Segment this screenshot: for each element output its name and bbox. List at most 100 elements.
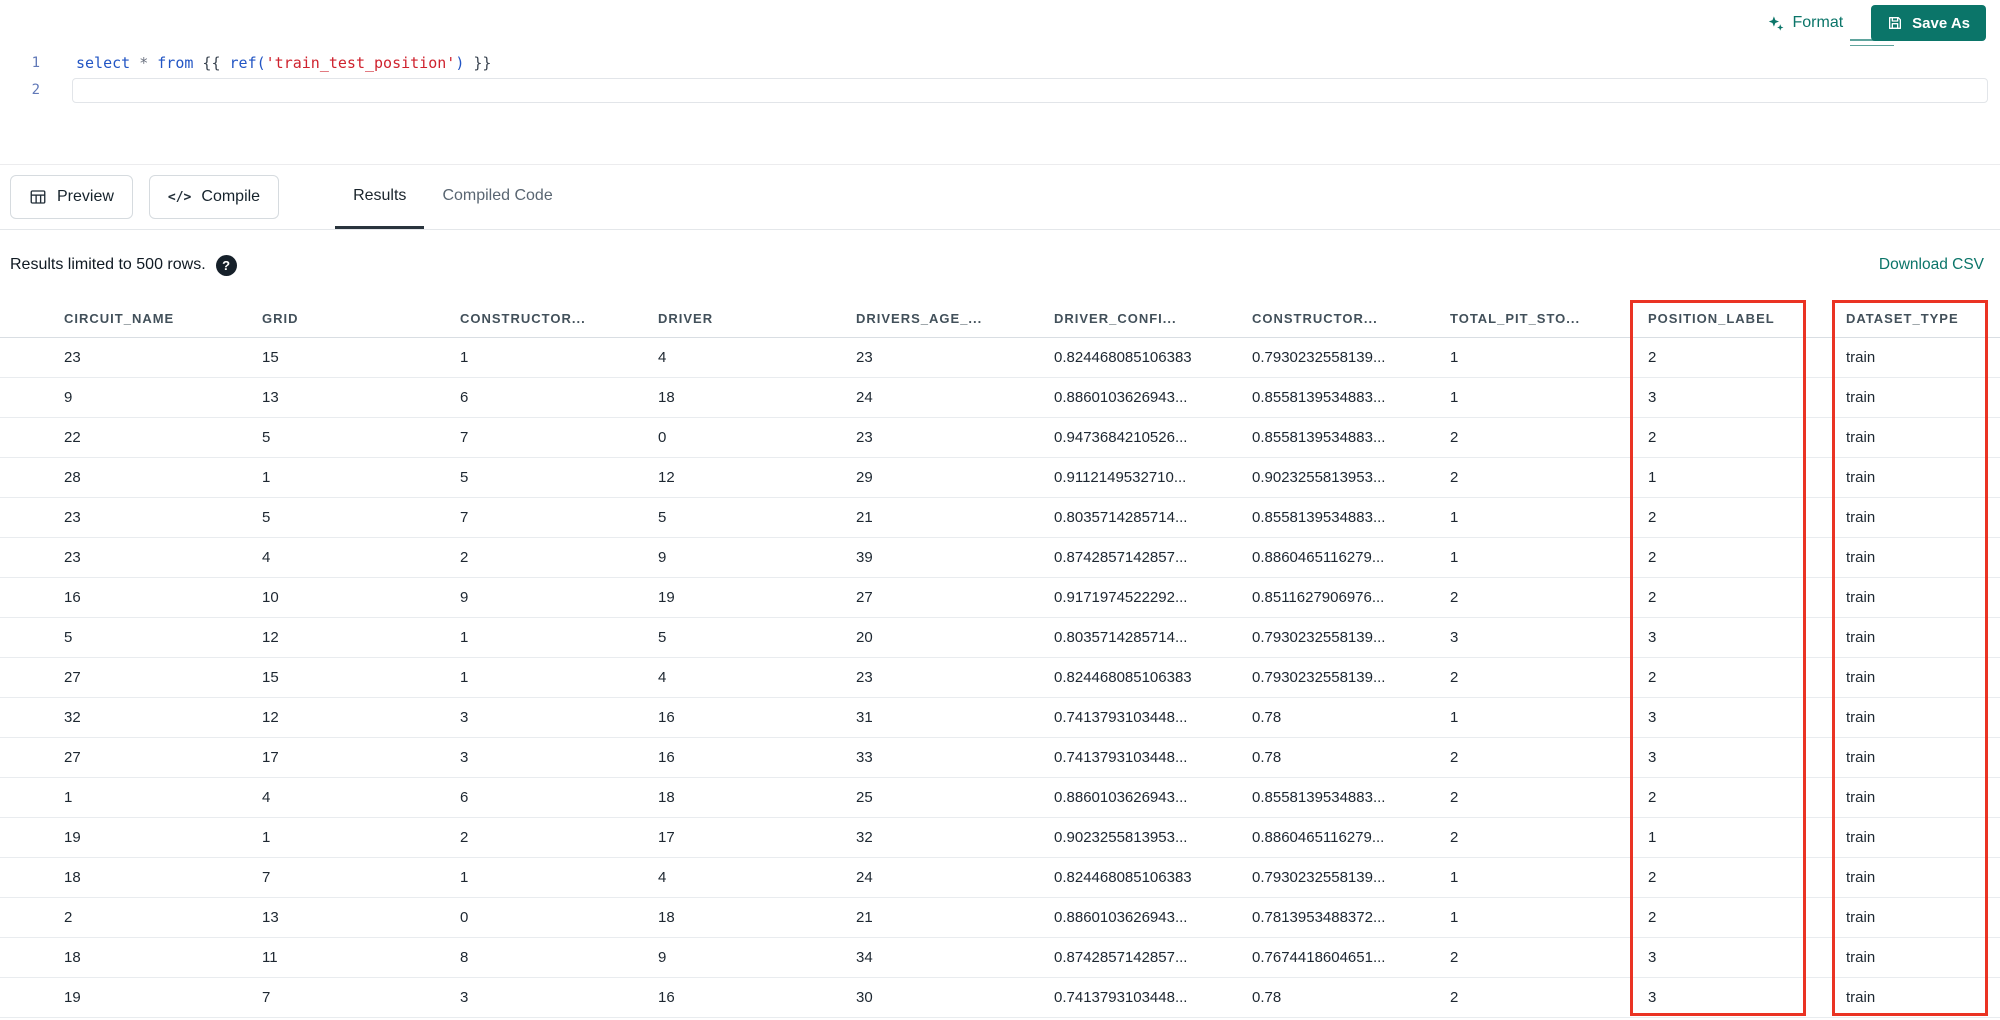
download-csv-link[interactable]: Download CSV bbox=[1879, 256, 1984, 274]
table-cell: 0.7930232558139... bbox=[1252, 349, 1386, 366]
table-cell: 2 bbox=[1648, 909, 1657, 926]
table-row[interactable]: 28 1 5 12 29 0.9112149532710... 0.902325581395… bbox=[0, 458, 2000, 498]
table-cell: 2 bbox=[1450, 669, 1459, 686]
table-row[interactable]: 27 17 3 16 33 0.7413793103448... 0.78 2 3 train bbox=[0, 738, 2000, 778]
table-row[interactable]: 16 10 9 19 27 0.9171974522292... 0.85116279069… bbox=[0, 578, 2000, 618]
table-cell: 0.824468085106383 bbox=[1054, 869, 1192, 886]
preview-button[interactable]: Preview bbox=[10, 175, 133, 219]
table-cell: 16 bbox=[658, 989, 675, 1006]
table-header-row: CIRCUIT_NAME GRID CONSTRUCTOR... DRIVER DRIV… bbox=[0, 300, 2000, 338]
column-header: TOTAL_PIT_STO... bbox=[1450, 311, 1581, 326]
table-cell: 2 bbox=[1648, 589, 1657, 606]
code-token: select bbox=[76, 54, 131, 72]
table-cell: train bbox=[1846, 389, 1876, 406]
table-cell: 17 bbox=[262, 749, 279, 766]
save-as-label: Save As bbox=[1912, 14, 1970, 32]
format-button[interactable]: Format bbox=[1766, 14, 1843, 33]
table-cell: train bbox=[1846, 789, 1876, 806]
table-cell: 0.9171974522292... bbox=[1054, 589, 1188, 606]
table-cell: 18 bbox=[658, 909, 675, 926]
tab-results[interactable]: Results bbox=[335, 165, 425, 229]
table-cell: 0.8860103626943... bbox=[1054, 789, 1188, 806]
table-icon bbox=[30, 190, 46, 204]
table-cell: 0.8558139534883... bbox=[1252, 509, 1386, 526]
code-token: ) bbox=[455, 54, 465, 72]
table-cell: 16 bbox=[64, 589, 81, 606]
table-cell: 0.824468085106383 bbox=[1054, 349, 1192, 366]
table-cell: 0.7930232558139... bbox=[1252, 869, 1386, 886]
table-cell: 7 bbox=[460, 509, 469, 526]
table-cell: train bbox=[1846, 629, 1876, 646]
column-header: DRIVER bbox=[658, 311, 714, 326]
column-header: POSITION_LABEL bbox=[1648, 311, 1775, 326]
table-cell: 22 bbox=[64, 429, 81, 446]
table-cell: 31 bbox=[856, 709, 873, 726]
table-cell: 18 bbox=[658, 389, 675, 406]
code-token: {{ bbox=[193, 54, 230, 72]
table-cell: 2 bbox=[1450, 789, 1459, 806]
table-row[interactable]: 1 4 6 18 25 0.8860103626943... 0.8558139534883… bbox=[0, 778, 2000, 818]
table-row[interactable]: 22 5 7 0 23 0.9473684210526... 0.8558139534883… bbox=[0, 418, 2000, 458]
table-cell: 0.7413793103448... bbox=[1054, 989, 1188, 1006]
table-row[interactable]: 27 15 1 4 23 0.824468085106383 0.7930232558139… bbox=[0, 658, 2000, 698]
action-bar: Preview </> Compile Results Compiled Code bbox=[0, 164, 2000, 230]
compile-button[interactable]: </> Compile bbox=[148, 175, 280, 219]
table-cell: 0.8860103626943... bbox=[1054, 909, 1188, 926]
preview-label: Preview bbox=[57, 188, 114, 205]
table-cell: 0.8035714285714... bbox=[1054, 509, 1188, 526]
table-cell: 12 bbox=[262, 629, 279, 646]
sql-editor[interactable]: 1 select * from {{ ref('train_test_posit… bbox=[0, 46, 2000, 164]
results-limit-text: Results limited to 500 rows. bbox=[10, 256, 206, 273]
table-cell: 2 bbox=[1648, 509, 1657, 526]
table-cell: 3 bbox=[460, 709, 469, 726]
table-cell: 18 bbox=[658, 789, 675, 806]
table-row[interactable]: 23 5 7 5 21 0.8035714285714... 0.8558139534883… bbox=[0, 498, 2000, 538]
code-token: ref( bbox=[229, 54, 266, 72]
table-row[interactable]: 23 15 1 4 23 0.824468085106383 0.7930232558139… bbox=[0, 338, 2000, 378]
table-cell: 0.8860103626943... bbox=[1054, 389, 1188, 406]
table-row[interactable]: 2 13 0 18 21 0.8860103626943... 0.781395348837… bbox=[0, 898, 2000, 938]
table-cell: 1 bbox=[1450, 509, 1459, 526]
sparkles-icon bbox=[1768, 15, 1783, 31]
table-cell: 10 bbox=[262, 589, 279, 606]
table-cell: 32 bbox=[64, 709, 81, 726]
save-as-button[interactable]: Save As bbox=[1871, 5, 1986, 41]
editor-topbar: Format Save As bbox=[0, 0, 2000, 46]
help-icon[interactable]: ? bbox=[215, 254, 237, 276]
line-number: 1 bbox=[31, 55, 40, 71]
table-cell: 4 bbox=[658, 349, 667, 366]
table-cell: 34 bbox=[856, 949, 873, 966]
table-row[interactable]: 19 1 2 17 32 0.9023255813953... 0.886046511627… bbox=[0, 818, 2000, 858]
table-cell: 9 bbox=[460, 589, 469, 606]
table-cell: 1 bbox=[1450, 709, 1459, 726]
table-cell: 2 bbox=[1450, 589, 1459, 606]
table-cell: 2 bbox=[460, 829, 469, 846]
table-row[interactable]: 18 11 8 9 34 0.8742857142857... 0.767441860465… bbox=[0, 938, 2000, 978]
table-cell: 23 bbox=[64, 349, 81, 366]
table-cell: 5 bbox=[64, 629, 73, 646]
table-row[interactable]: 32 12 3 16 31 0.7413793103448... 0.78 1 3 train bbox=[0, 698, 2000, 738]
line-number: 2 bbox=[31, 82, 40, 98]
table-row[interactable]: 19 7 3 16 30 0.7413793103448... 0.78 2 3 train bbox=[0, 978, 2000, 1018]
table-cell: 23 bbox=[856, 669, 873, 686]
table-cell: train bbox=[1846, 949, 1876, 966]
table-row[interactable]: 23 4 2 9 39 0.8742857142857... 0.8860465116279… bbox=[0, 538, 2000, 578]
table-cell: 2 bbox=[1648, 669, 1657, 686]
table-cell: 12 bbox=[262, 709, 279, 726]
table-row[interactable]: 18 7 1 4 24 0.824468085106383 0.7930232558139.… bbox=[0, 858, 2000, 898]
table-cell: 2 bbox=[1450, 829, 1459, 846]
code-line: 2 bbox=[0, 77, 2000, 103]
table-cell: 2 bbox=[460, 549, 469, 566]
table-cell: 28 bbox=[64, 469, 81, 486]
table-row[interactable]: 9 13 6 18 24 0.8860103626943... 0.855813953488… bbox=[0, 378, 2000, 418]
table-cell: 18 bbox=[64, 869, 81, 886]
table-row[interactable]: 5 12 1 5 20 0.8035714285714... 0.7930232558139… bbox=[0, 618, 2000, 658]
tab-compiled-code[interactable]: Compiled Code bbox=[424, 165, 570, 229]
table-cell: 27 bbox=[856, 589, 873, 606]
table-cell: train bbox=[1846, 749, 1876, 766]
table-cell: 23 bbox=[856, 429, 873, 446]
table-cell: train bbox=[1846, 709, 1876, 726]
table-cell: 1 bbox=[460, 629, 469, 646]
table-cell: 5 bbox=[658, 629, 667, 646]
table-cell: 0.78 bbox=[1252, 749, 1282, 766]
